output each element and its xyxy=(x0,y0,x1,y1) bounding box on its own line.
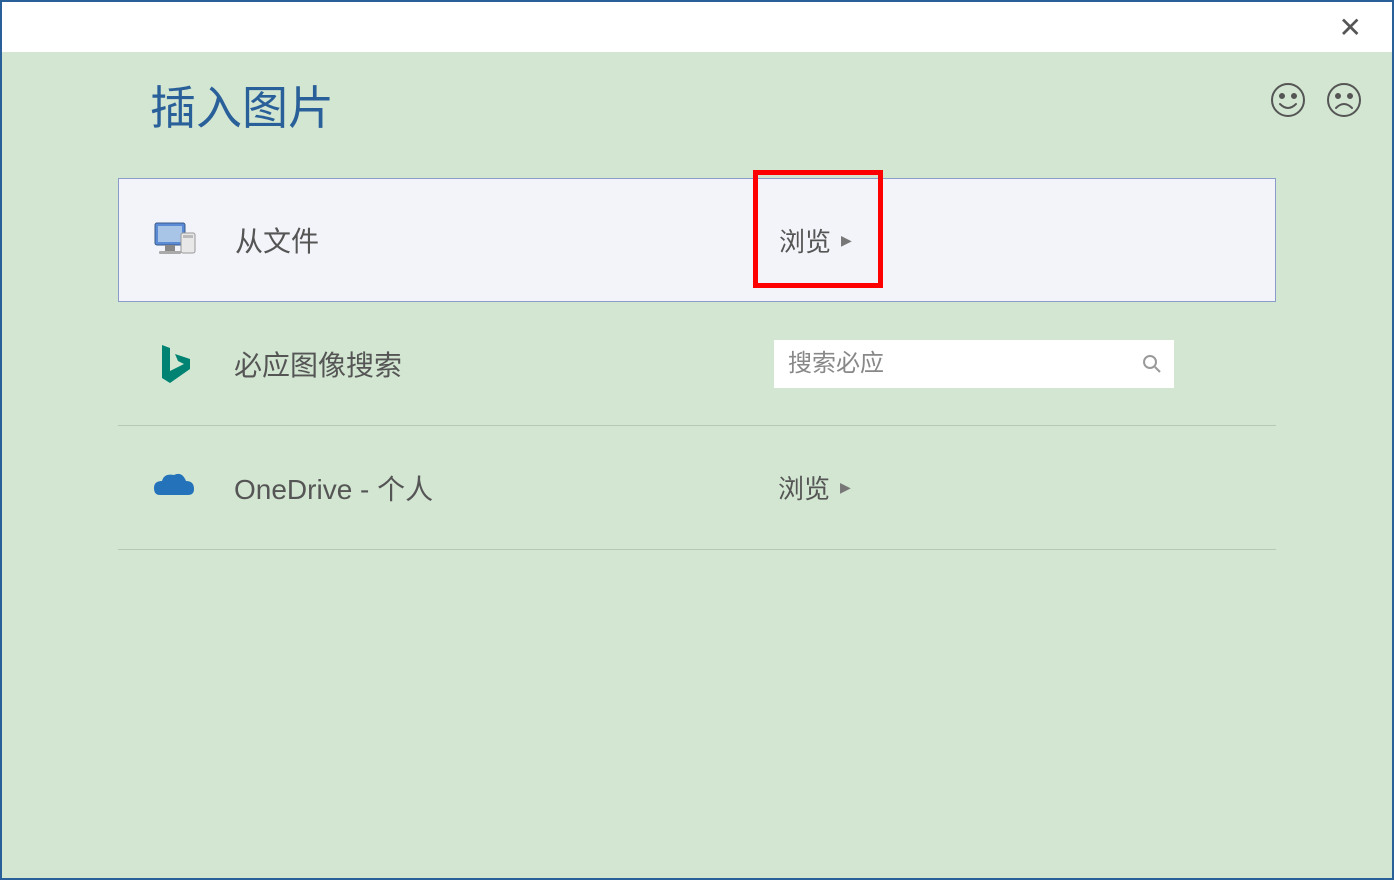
bing-label: 必应图像搜索 xyxy=(234,344,774,384)
computer-icon xyxy=(149,215,199,265)
onedrive-icon xyxy=(148,463,198,513)
browse-onedrive-button[interactable]: 浏览 ▶ xyxy=(774,461,855,514)
content-area: 插入图片 从文件 浏览 ▶ xyxy=(2,52,1392,878)
bing-action xyxy=(774,340,1174,388)
browse-file-button[interactable]: 浏览 ▶ xyxy=(775,214,856,267)
onedrive-label: OneDrive - 个人 xyxy=(234,468,774,508)
source-onedrive[interactable]: OneDrive - 个人 浏览 ▶ xyxy=(118,426,1276,550)
close-icon[interactable]: ✕ xyxy=(1339,11,1362,44)
bing-search-wrapper xyxy=(774,340,1174,388)
feedback-icons xyxy=(1270,82,1362,118)
browse-onedrive-label: 浏览 xyxy=(778,469,830,506)
onedrive-action: 浏览 ▶ xyxy=(774,461,855,514)
from-file-action: 浏览 ▶ xyxy=(775,214,856,267)
search-icon[interactable] xyxy=(1142,354,1162,374)
sources-list: 从文件 浏览 ▶ 必应图像搜索 xyxy=(2,178,1392,550)
bing-search-input[interactable] xyxy=(774,340,1174,388)
browse-file-label: 浏览 xyxy=(779,222,831,259)
bing-icon xyxy=(148,339,198,389)
from-file-label: 从文件 xyxy=(235,220,775,260)
smile-icon[interactable] xyxy=(1270,82,1306,118)
source-bing[interactable]: 必应图像搜索 xyxy=(118,302,1276,426)
source-from-file[interactable]: 从文件 浏览 ▶ xyxy=(118,178,1276,302)
titlebar: ✕ xyxy=(2,2,1392,52)
dialog-title: 插入图片 xyxy=(2,52,1392,178)
chevron-right-icon: ▶ xyxy=(841,232,852,249)
chevron-right-icon: ▶ xyxy=(840,479,851,496)
frown-icon[interactable] xyxy=(1326,82,1362,118)
